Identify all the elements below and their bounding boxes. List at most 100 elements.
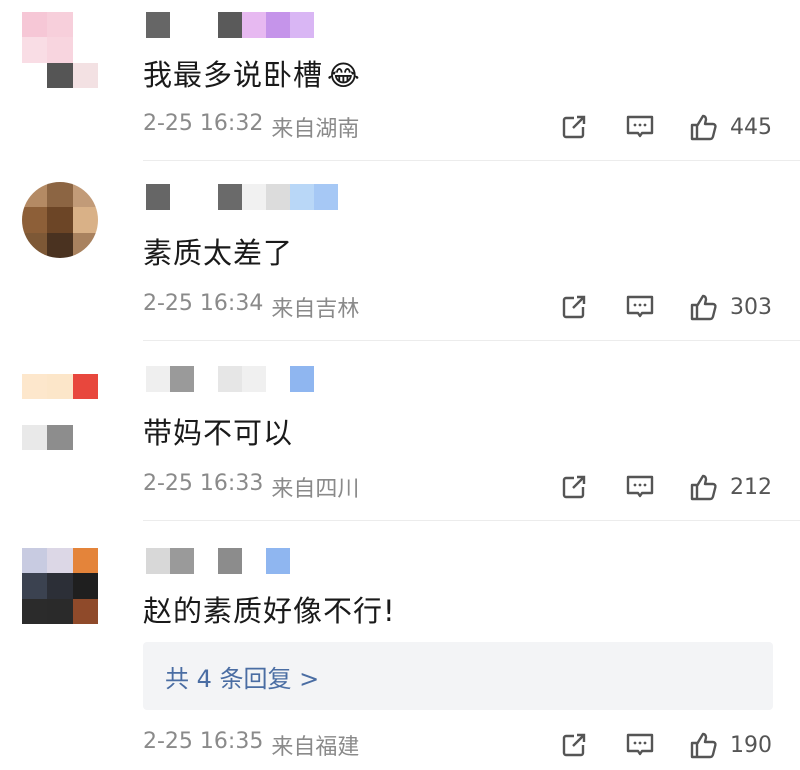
share-button[interactable]	[556, 292, 592, 322]
like-button[interactable]: 303	[688, 292, 772, 322]
username-pixel	[266, 548, 290, 574]
comment-actions: 212	[556, 472, 772, 502]
comment-text: 素质太差了	[143, 230, 293, 272]
avatar-pixel	[72, 598, 98, 624]
avatar-pixel	[47, 548, 73, 574]
avatar-pixel	[72, 424, 98, 450]
laughing-emoji-icon: 😂	[327, 59, 361, 92]
comment-meta-row: 2-25 16:34 来自吉林 303	[143, 290, 772, 324]
username-blurred[interactable]	[146, 548, 290, 574]
username-pixel	[290, 184, 314, 210]
divider	[143, 160, 800, 161]
like-count: 212	[730, 474, 772, 500]
comment-meta-row: 2-25 16:33 来自四川 212	[143, 470, 772, 504]
like-button[interactable]: 445	[688, 112, 772, 142]
avatar-pixel	[47, 399, 73, 425]
like-icon	[690, 732, 717, 759]
username-pixel	[170, 366, 194, 392]
comment-location: 来自福建	[271, 735, 360, 760]
comment-button[interactable]	[622, 730, 658, 760]
comment-time: 2-25 16:35	[143, 729, 264, 754]
comment-meta: 2-25 16:34 来自吉林	[143, 291, 359, 323]
avatar[interactable]	[22, 12, 98, 88]
username-blurred[interactable]	[146, 12, 314, 38]
avatar-pixel	[22, 598, 48, 624]
comment-text-content: 素质太差了	[143, 236, 294, 270]
avatar-pixel	[22, 548, 48, 574]
divider	[143, 340, 800, 341]
avatar-pixel	[22, 62, 48, 88]
username-pixel	[170, 12, 194, 38]
username-pixel	[146, 184, 170, 210]
divider	[143, 520, 800, 521]
avatar-pixel	[72, 182, 98, 208]
comment-button[interactable]	[622, 472, 658, 502]
comment-location: 来自吉林	[271, 297, 360, 322]
comment-actions: 445	[556, 112, 772, 142]
username-pixel	[218, 548, 242, 574]
comment-icon	[626, 295, 654, 318]
comment-location: 来自湖南	[271, 117, 360, 142]
comment-icon	[626, 475, 654, 498]
avatar-pixel	[47, 232, 73, 258]
username-pixel	[194, 548, 218, 574]
avatar-pixel	[47, 374, 73, 400]
share-icon	[562, 475, 586, 499]
share-button[interactable]	[556, 730, 592, 760]
avatar-pixel	[72, 548, 98, 574]
avatar-pixel	[72, 207, 98, 233]
like-button[interactable]: 212	[688, 472, 772, 502]
comment-icon	[626, 733, 654, 756]
username-pixel	[290, 12, 314, 38]
avatar-pixel	[22, 37, 48, 63]
comment-meta: 2-25 16:35 来自福建	[143, 729, 359, 761]
username-pixel	[170, 184, 194, 210]
username-pixel	[218, 12, 242, 38]
username-pixel	[266, 366, 290, 392]
avatar-pixel	[47, 12, 73, 38]
username-pixel	[194, 184, 218, 210]
avatar-pixel	[72, 37, 98, 63]
username-pixel	[146, 12, 170, 38]
username-pixel	[146, 366, 170, 392]
like-icon	[690, 474, 717, 501]
avatar-pixel	[22, 182, 48, 208]
avatar-pixel	[22, 12, 48, 38]
like-count: 303	[730, 294, 772, 320]
avatar-pixel	[47, 62, 73, 88]
like-button[interactable]: 190	[688, 730, 772, 760]
avatar[interactable]	[22, 182, 98, 258]
username-pixel	[314, 184, 338, 210]
username-blurred[interactable]	[146, 366, 314, 392]
comment-text: 赵的素质好像不行!	[143, 588, 396, 630]
username-pixel	[266, 12, 290, 38]
comment-meta-row: 2-25 16:32 来自湖南 445	[143, 110, 772, 144]
username-blurred[interactable]	[146, 184, 338, 210]
avatar[interactable]	[22, 548, 98, 624]
comment-meta-row: 2-25 16:35 来自福建 190	[143, 728, 772, 762]
comment-actions: 303	[556, 292, 772, 322]
avatar-pixel	[47, 573, 73, 599]
comment-time: 2-25 16:33	[143, 471, 264, 496]
avatar-pixel	[47, 207, 73, 233]
username-pixel	[194, 366, 218, 392]
like-icon	[690, 114, 717, 141]
avatar-pixel	[47, 598, 73, 624]
share-button[interactable]	[556, 472, 592, 502]
username-pixel	[218, 184, 242, 210]
comment-text: 我最多说卧槽 😂	[143, 52, 361, 94]
avatar[interactable]	[22, 374, 98, 450]
avatar-pixel	[22, 573, 48, 599]
comment-text-content: 带妈不可以	[143, 416, 294, 450]
avatar-pixel	[47, 37, 73, 63]
like-icon	[690, 294, 717, 321]
comment-button[interactable]	[622, 292, 658, 322]
avatar-pixel	[72, 399, 98, 425]
share-icon	[562, 115, 586, 139]
comment-button[interactable]	[622, 112, 658, 142]
view-replies-button[interactable]: 共 4 条回复 >	[143, 642, 773, 710]
username-pixel	[242, 366, 266, 392]
username-pixel	[146, 548, 170, 574]
share-icon	[562, 295, 586, 319]
share-button[interactable]	[556, 112, 592, 142]
